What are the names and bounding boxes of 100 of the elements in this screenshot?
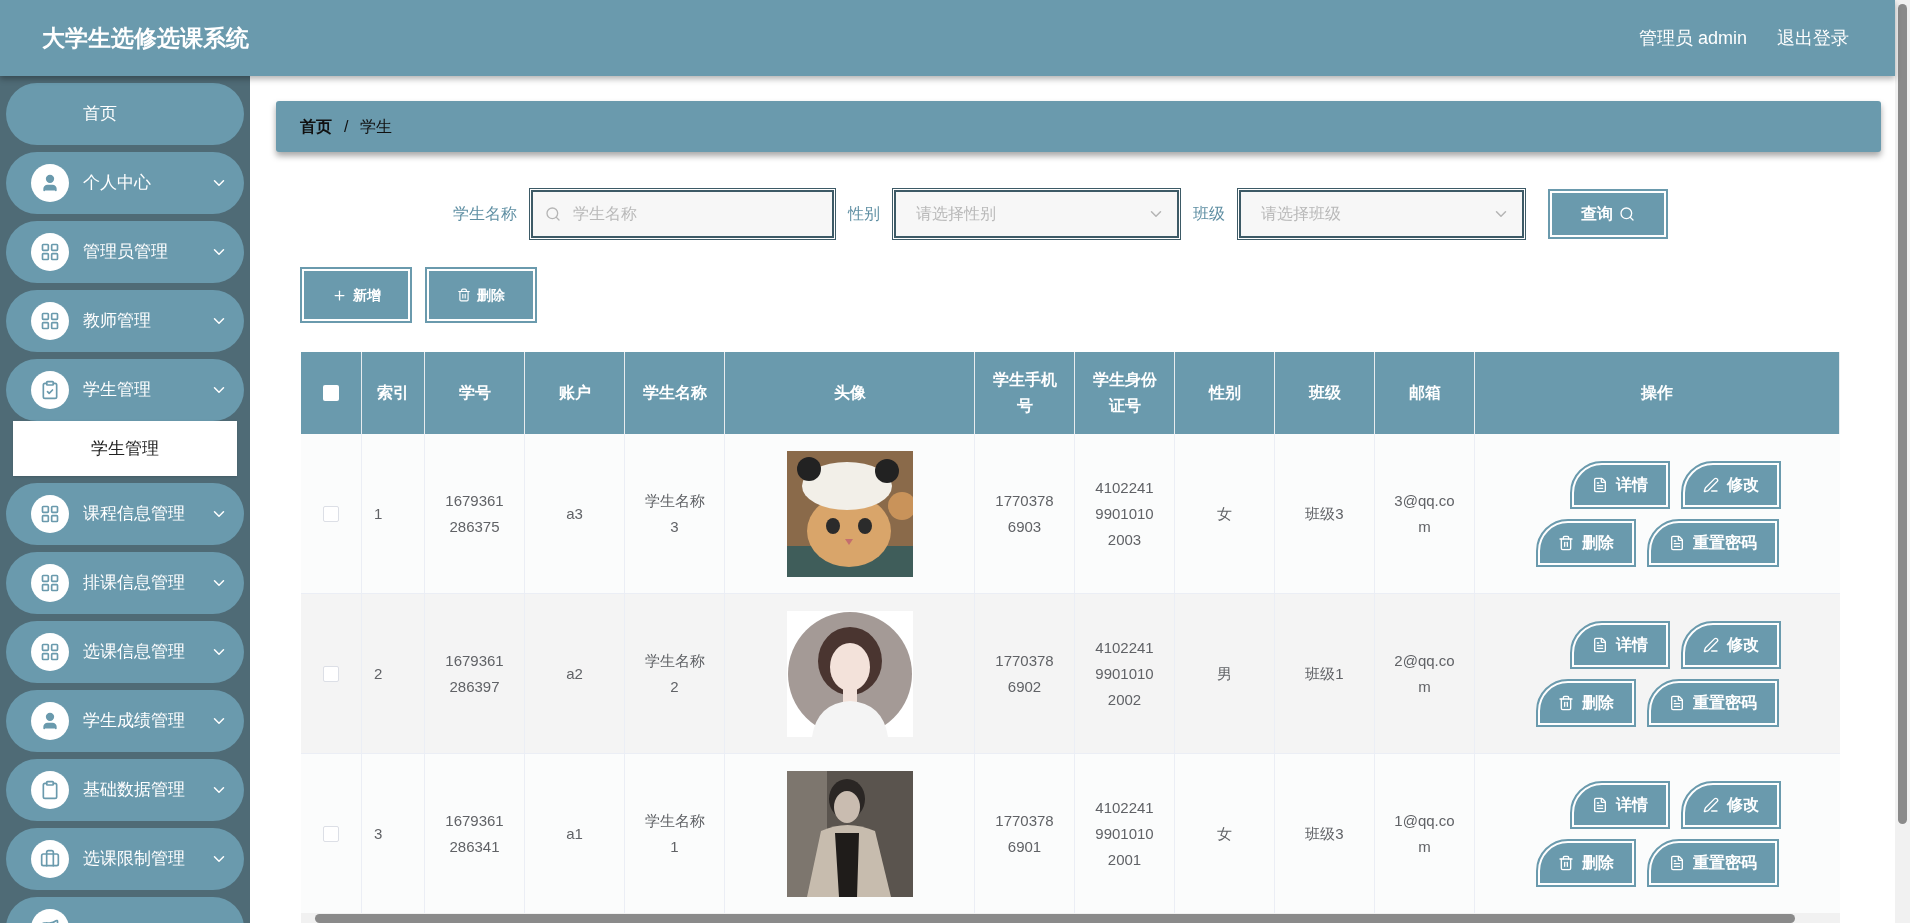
- delete-button[interactable]: 删除: [1538, 840, 1634, 885]
- table-cell-text: 2: [374, 663, 383, 684]
- breadcrumb-current: 学生: [360, 116, 393, 137]
- document-icon: [1592, 636, 1608, 653]
- sidebar-item[interactable]: 选课信息管理: [6, 621, 244, 683]
- plus-icon: [331, 287, 347, 303]
- briefcase-icon: [40, 849, 60, 869]
- column-header: 学生身份证号: [1075, 352, 1175, 434]
- sidebar-item[interactable]: 基础数据管理: [6, 759, 244, 821]
- column-header: 班级: [1275, 352, 1375, 434]
- select-field[interactable]: 请选择班级: [1239, 190, 1524, 238]
- table-cell-text: 班级1: [1305, 663, 1344, 684]
- reset-password-button[interactable]: 重置密码: [1649, 520, 1777, 565]
- search-field[interactable]: 学生名称: [531, 190, 834, 238]
- column-header: 学生名称: [625, 352, 725, 434]
- field-label: 学生名称: [453, 204, 517, 224]
- table-cell-text: 1@qq.com: [1394, 810, 1455, 857]
- grid-icon: [40, 311, 60, 331]
- sidebar-item[interactable]: 管理员管理: [6, 221, 244, 283]
- table-cell-text: a1: [566, 823, 583, 844]
- trash-icon: [1558, 854, 1574, 871]
- search-icon: [1619, 206, 1635, 222]
- delete-button[interactable]: 删除: [1538, 520, 1634, 565]
- document-icon: [1592, 796, 1608, 813]
- logout-link[interactable]: 退出登录: [1777, 24, 1849, 52]
- grid-icon: [40, 573, 60, 593]
- table-cell-text: 2@qq.com: [1394, 650, 1455, 697]
- column-header: 操作: [1475, 352, 1840, 434]
- admin-user: 管理员 admin: [1638, 26, 1747, 50]
- field-label: 性别: [848, 204, 880, 224]
- sidebar-item[interactable]: 首页: [6, 83, 244, 145]
- table-cell-text: 17703786902: [994, 650, 1055, 697]
- document-icon: [1669, 694, 1685, 711]
- pencil-icon: [1703, 476, 1719, 493]
- table-cell-text: 班级3: [1305, 823, 1344, 844]
- sidebar-item[interactable]: 排课信息管理: [6, 552, 244, 614]
- document-icon: [1592, 476, 1608, 493]
- reset-password-button[interactable]: 重置密码: [1649, 680, 1777, 725]
- table-cell-text: 男: [1217, 663, 1232, 684]
- column-header: 账户: [525, 352, 625, 434]
- field-label: 班级: [1193, 204, 1225, 224]
- app-title: 大学生选修选课系统: [42, 23, 249, 53]
- vertical-scrollbar[interactable]: [1895, 0, 1910, 923]
- edit-button[interactable]: 修改: [1683, 782, 1779, 827]
- detail-button[interactable]: 详情: [1572, 462, 1668, 507]
- table-cell-text: 17703786903: [994, 490, 1055, 537]
- table-cell-text: 410224199010102002: [1094, 637, 1155, 710]
- table-cell-text: 班级3: [1305, 503, 1344, 524]
- clipboard-check-icon: [40, 380, 60, 400]
- edit-button[interactable]: 修改: [1683, 462, 1779, 507]
- pencil-icon: [1703, 636, 1719, 653]
- add-button[interactable]: 新增: [302, 269, 410, 321]
- delete-button[interactable]: 删除: [1538, 680, 1634, 725]
- breadcrumb-home[interactable]: 首页: [300, 114, 332, 139]
- search-icon: [545, 206, 561, 222]
- clipboard-icon: [40, 780, 60, 800]
- row-checkbox[interactable]: [323, 665, 339, 682]
- table-cell-text: 3@qq.com: [1394, 490, 1455, 537]
- column-header: 学生手机号: [975, 352, 1075, 434]
- column-header: 学号: [425, 352, 525, 434]
- table-cell-text: 1679361286341: [444, 810, 505, 857]
- delete-button[interactable]: 删除: [427, 269, 535, 321]
- submenu-item[interactable]: 学生管理: [13, 421, 237, 476]
- table-cell-text: 学生名称1: [644, 810, 705, 857]
- table-cell-text: 3: [374, 823, 383, 844]
- row-checkbox[interactable]: [323, 505, 339, 522]
- table-cell-text: 学生名称2: [644, 650, 705, 697]
- table-cell-text: 1679361286397: [444, 650, 505, 697]
- table-cell-text: a3: [566, 503, 583, 524]
- column-header: 头像: [725, 352, 975, 434]
- query-button[interactable]: 查询: [1550, 191, 1666, 237]
- column-header: 索引: [362, 352, 425, 434]
- table-cell-text: 1: [374, 503, 383, 524]
- row-checkbox[interactable]: [323, 825, 339, 842]
- user-icon: [40, 711, 60, 731]
- trash-icon: [1558, 694, 1574, 711]
- pencil-icon: [1703, 796, 1719, 813]
- breadcrumb-separator: /: [344, 116, 349, 137]
- column-header: 邮箱: [1375, 352, 1475, 434]
- sidebar-item[interactable]: 课程信息管理: [6, 483, 244, 545]
- table-cell-text: 女: [1217, 503, 1232, 524]
- table-cell-text: 1679361286375: [444, 490, 505, 537]
- grid-icon: [40, 242, 60, 262]
- sidebar-item[interactable]: 教师管理: [6, 290, 244, 352]
- table-cell-text: 410224199010102001: [1094, 797, 1155, 870]
- edit-button[interactable]: 修改: [1683, 622, 1779, 667]
- sidebar-item[interactable]: 个人中心: [6, 152, 244, 214]
- detail-button[interactable]: 详情: [1572, 782, 1668, 827]
- sidebar-item[interactable]: 选课限制管理: [6, 828, 244, 890]
- sidebar-item[interactable]: 学生成绩管理: [6, 690, 244, 752]
- horizontal-scrollbar[interactable]: [301, 913, 1840, 923]
- column-header: 性别: [1175, 352, 1275, 434]
- user-icon: [40, 173, 60, 193]
- select-all-checkbox[interactable]: [323, 385, 339, 401]
- sidebar-item[interactable]: 学生管理: [6, 359, 244, 421]
- grid-icon: [40, 642, 60, 662]
- trash-icon: [457, 288, 471, 302]
- reset-password-button[interactable]: 重置密码: [1649, 840, 1777, 885]
- select-field[interactable]: 请选择性别: [894, 190, 1179, 238]
- detail-button[interactable]: 详情: [1572, 622, 1668, 667]
